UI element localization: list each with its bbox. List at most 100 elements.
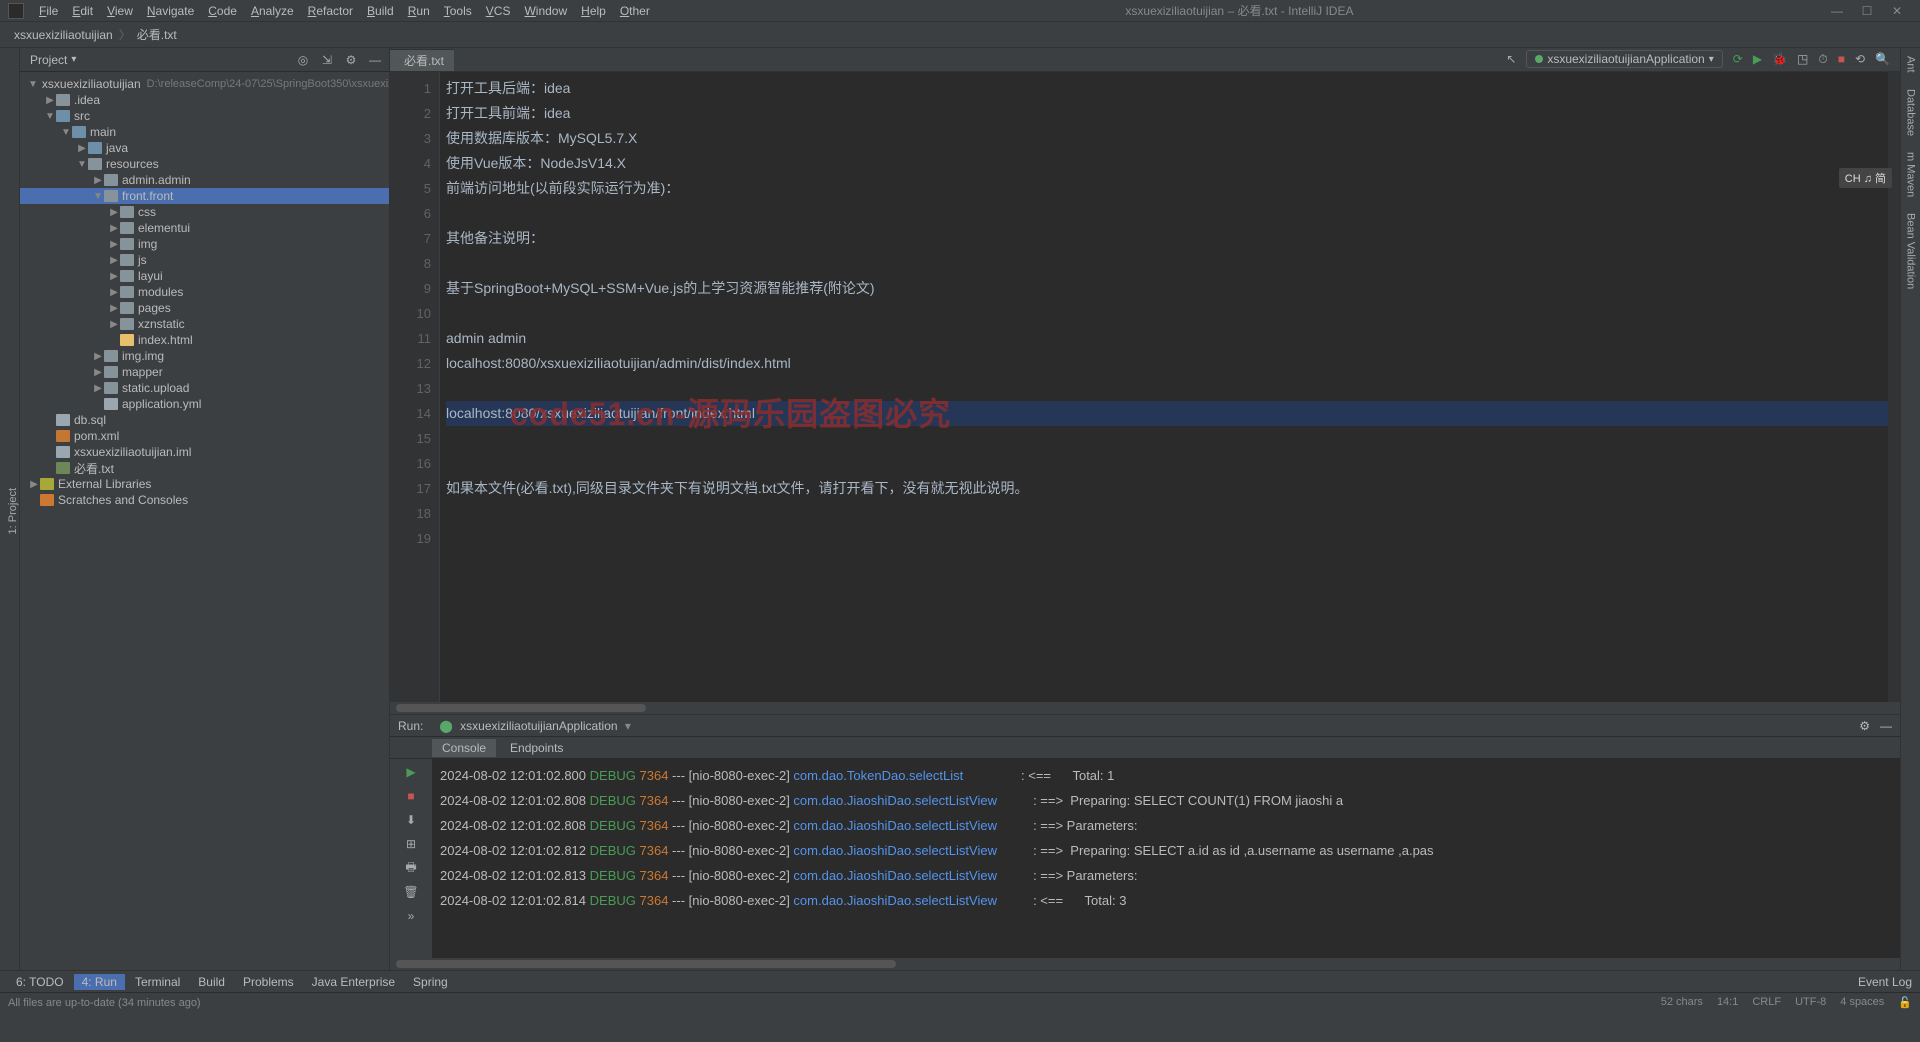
bottom-tab[interactable]: 4: Run bbox=[74, 974, 125, 990]
crumb-project[interactable]: xsxuexiziliaotuijian bbox=[8, 26, 119, 44]
console-output[interactable]: 2024-08-02 12:01:02.800 DEBUG 7364 --- [… bbox=[432, 759, 1900, 958]
tree-node[interactable]: ▶.idea bbox=[20, 92, 389, 108]
tree-node[interactable]: ▶modules bbox=[20, 284, 389, 300]
menu-file[interactable]: File bbox=[32, 4, 65, 18]
run-hide-icon[interactable]: — bbox=[1880, 719, 1892, 733]
code-line[interactable]: 其他备注说明： bbox=[446, 226, 1888, 251]
menu-build[interactable]: Build bbox=[360, 4, 401, 18]
run-config-combo[interactable]: xsxuexiziliaotuijianApplication ▾ bbox=[1526, 50, 1722, 68]
code-line[interactable]: 基于SpringBoot+MySQL+SSM+Vue.js的上学习资源智能推荐(… bbox=[446, 276, 1888, 301]
code-line[interactable] bbox=[446, 301, 1888, 326]
code-line[interactable]: 如果本文件(必看.txt),同级目录文件夹下有说明文档.txt文件，请打开看下，… bbox=[446, 476, 1888, 501]
update-icon[interactable]: ⟲ bbox=[1855, 52, 1865, 66]
tree-node[interactable]: ▶js bbox=[20, 252, 389, 268]
code-line[interactable] bbox=[446, 526, 1888, 551]
close-button[interactable]: ✕ bbox=[1882, 4, 1912, 18]
coverage-icon[interactable]: ◳ bbox=[1797, 52, 1808, 66]
target-icon[interactable]: ◎ bbox=[295, 52, 311, 68]
run-exit-icon[interactable]: » bbox=[402, 907, 420, 925]
menu-view[interactable]: View bbox=[100, 4, 140, 18]
tree-node[interactable]: ▼resources bbox=[20, 156, 389, 172]
tree-node[interactable]: 必看.txt bbox=[20, 460, 389, 476]
tree-node[interactable]: ▼main bbox=[20, 124, 389, 140]
code-line[interactable] bbox=[446, 251, 1888, 276]
menu-navigate[interactable]: Navigate bbox=[140, 4, 201, 18]
tool-ant[interactable]: Ant bbox=[1905, 52, 1917, 77]
tool-database[interactable]: Database bbox=[1905, 85, 1917, 140]
run-print-icon[interactable]: 🖶 bbox=[402, 859, 420, 877]
menu-window[interactable]: Window bbox=[517, 4, 574, 18]
bottom-tab[interactable]: Build bbox=[190, 974, 233, 990]
editor-scroll-h[interactable] bbox=[390, 702, 1900, 714]
back-icon[interactable]: ↖ bbox=[1506, 52, 1516, 66]
project-view-combo[interactable]: Project ▾ bbox=[24, 53, 82, 67]
menu-run[interactable]: Run bbox=[401, 4, 437, 18]
tree-node[interactable]: ▶pages bbox=[20, 300, 389, 316]
menu-refactor[interactable]: Refactor bbox=[301, 4, 360, 18]
minimize-button[interactable]: — bbox=[1822, 4, 1852, 18]
bottom-tab[interactable]: Spring bbox=[405, 974, 456, 990]
tree-node[interactable]: ▼front.front bbox=[20, 188, 389, 204]
debug-icon[interactable]: 🐞 bbox=[1772, 52, 1787, 66]
code-line[interactable] bbox=[446, 426, 1888, 451]
code-line[interactable] bbox=[446, 501, 1888, 526]
code-line[interactable]: 打开工具前端：idea bbox=[446, 101, 1888, 126]
editor-area[interactable]: 12345678910111213141516171819 code51.cn-… bbox=[390, 72, 1900, 702]
tree-node[interactable]: pom.xml bbox=[20, 428, 389, 444]
menu-other[interactable]: Other bbox=[613, 4, 657, 18]
code-line[interactable]: admin admin bbox=[446, 326, 1888, 351]
tree-node[interactable]: ▼src bbox=[20, 108, 389, 124]
menu-tools[interactable]: Tools bbox=[437, 4, 479, 18]
status-crlf[interactable]: CRLF bbox=[1752, 996, 1781, 1009]
tree-node[interactable]: ▶elementui bbox=[20, 220, 389, 236]
code-line[interactable]: 打开工具后端：idea bbox=[446, 76, 1888, 101]
code-line[interactable]: 使用Vue版本：NodeJsV14.X bbox=[446, 151, 1888, 176]
bottom-tab[interactable]: 6: TODO bbox=[8, 974, 72, 990]
subtab-endpoints[interactable]: Endpoints bbox=[500, 739, 573, 757]
code-line[interactable] bbox=[446, 376, 1888, 401]
profile-icon[interactable]: ⏱ bbox=[1818, 52, 1827, 67]
tree-node[interactable]: ▶java bbox=[20, 140, 389, 156]
tree-node[interactable]: ▼xsxuexiziliaotuijianD:\releaseComp\24-0… bbox=[20, 76, 389, 92]
maximize-button[interactable]: ☐ bbox=[1852, 4, 1882, 18]
tool-maven[interactable]: m Maven bbox=[1905, 148, 1917, 201]
tree-node[interactable]: Scratches and Consoles bbox=[20, 492, 389, 508]
code-line[interactable]: localhost:8080/xsxuexiziliaotuijian/fron… bbox=[446, 401, 1888, 426]
subtab-console[interactable]: Console bbox=[432, 739, 496, 757]
tree-node[interactable]: ▶layui bbox=[20, 268, 389, 284]
run-icon[interactable]: ▶ bbox=[1753, 52, 1762, 66]
run-gear-icon[interactable]: ⚙ bbox=[1859, 719, 1870, 733]
run-layout-icon[interactable]: ⊞ bbox=[402, 835, 420, 853]
menu-vcs[interactable]: VCS bbox=[479, 4, 518, 18]
menu-analyze[interactable]: Analyze bbox=[244, 4, 301, 18]
stop-icon[interactable]: ■ bbox=[1838, 52, 1845, 66]
run-tab-name[interactable]: ⬤ xsxuexiziliaotuijianApplication ▾ bbox=[431, 717, 639, 735]
tree-node[interactable]: ▶css bbox=[20, 204, 389, 220]
rerun-icon[interactable]: ▶ bbox=[402, 763, 420, 781]
menu-edit[interactable]: Edit bbox=[65, 4, 100, 18]
tree-node[interactable]: ▶External Libraries bbox=[20, 476, 389, 492]
tree-node[interactable]: index.html bbox=[20, 332, 389, 348]
tree-node[interactable]: xsxuexiziliaotuijian.iml bbox=[20, 444, 389, 460]
hide-icon[interactable]: — bbox=[367, 52, 383, 68]
tool-project[interactable]: 1: Project bbox=[7, 484, 19, 538]
stop-icon[interactable]: ■ bbox=[402, 787, 420, 805]
code-line[interactable]: 使用数据库版本：MySQL5.7.X bbox=[446, 126, 1888, 151]
expand-icon[interactable]: ⇲ bbox=[319, 52, 335, 68]
tree-node[interactable]: application.yml bbox=[20, 396, 389, 412]
bottom-tab[interactable]: Problems bbox=[235, 974, 302, 990]
crumb-file[interactable]: 必看.txt bbox=[131, 24, 183, 45]
editor-tab-file[interactable]: 必看.txt bbox=[390, 49, 454, 71]
tree-node[interactable]: ▶img.img bbox=[20, 348, 389, 364]
code-line[interactable]: 前端访问地址(以前段实际运行为准)： bbox=[446, 176, 1888, 201]
code-area[interactable]: code51.cn-源码乐园盗图必究 打开工具后端：idea打开工具前端：ide… bbox=[440, 72, 1888, 702]
menu-code[interactable]: Code bbox=[201, 4, 244, 18]
run-trash-icon[interactable]: 🗑 bbox=[402, 883, 420, 901]
tree-node[interactable]: ▶xznstatic bbox=[20, 316, 389, 332]
gear-icon[interactable]: ⚙ bbox=[343, 52, 359, 68]
menu-help[interactable]: Help bbox=[574, 4, 613, 18]
tree-node[interactable]: ▶admin.admin bbox=[20, 172, 389, 188]
tree-node[interactable]: ▶mapper bbox=[20, 364, 389, 380]
status-encoding[interactable]: UTF-8 bbox=[1795, 996, 1826, 1009]
tree-node[interactable]: ▶img bbox=[20, 236, 389, 252]
